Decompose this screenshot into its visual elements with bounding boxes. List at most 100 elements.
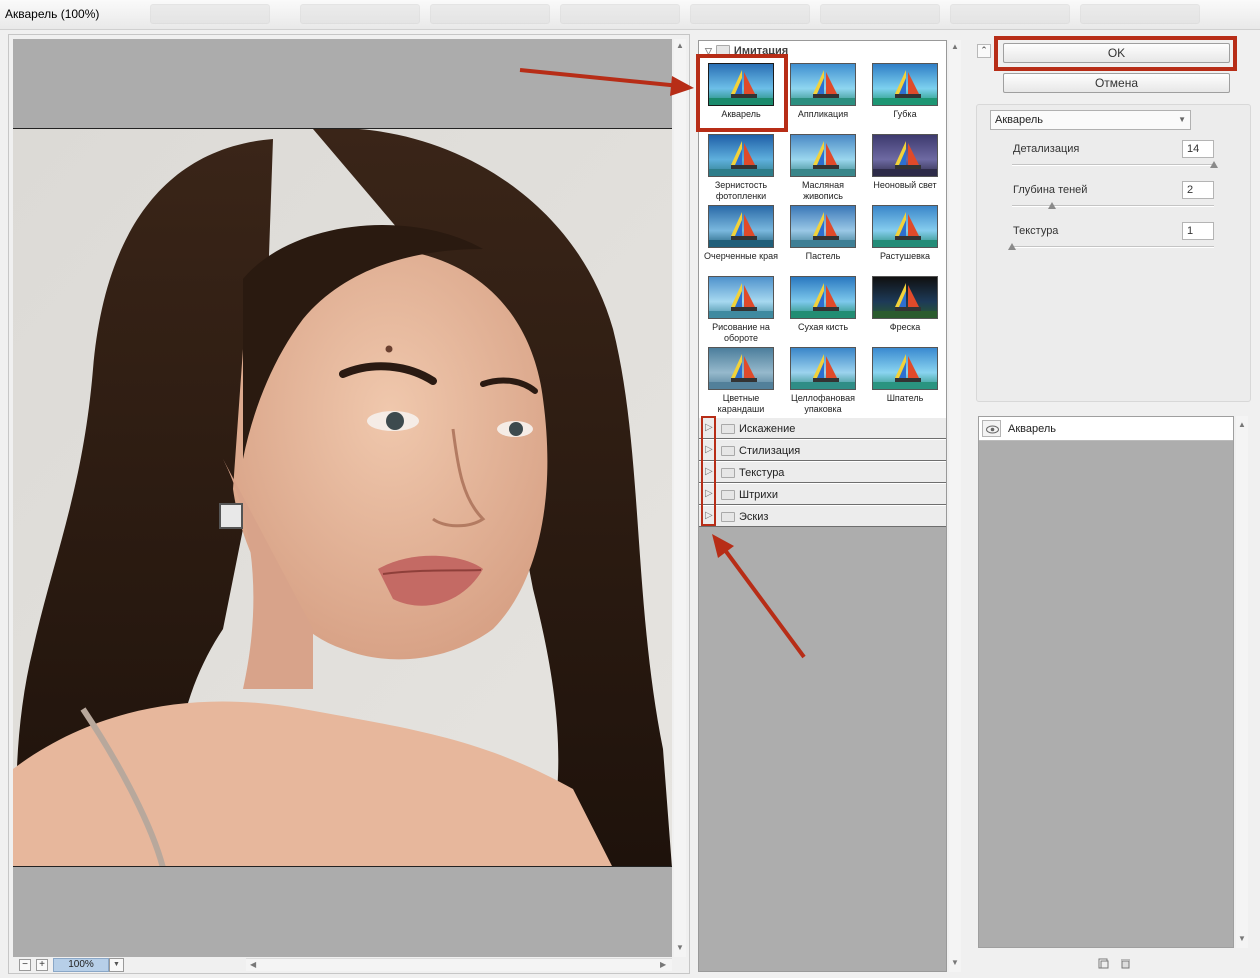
filter-thumbnail[interactable]: Рисование на обороте bbox=[701, 276, 781, 344]
zoom-in-button[interactable]: + bbox=[36, 959, 48, 971]
background-tab bbox=[950, 4, 1070, 24]
chevron-down-icon: ▼ bbox=[1178, 115, 1186, 124]
filter-category-row[interactable]: ▷ Текстура bbox=[699, 461, 946, 483]
filter-preview-image bbox=[708, 347, 774, 390]
filter-thumbnail-label: Сухая кисть bbox=[797, 322, 849, 332]
filter-preview-image bbox=[872, 134, 938, 177]
filter-thumbnail-label: Фреска bbox=[889, 322, 921, 332]
filter-preview-image bbox=[872, 205, 938, 248]
filter-category-row[interactable]: ▷ Искажение bbox=[699, 417, 946, 439]
filter-category-row[interactable]: ▷ Стилизация bbox=[699, 439, 946, 461]
filter-preview-image bbox=[708, 134, 774, 177]
filter-thumbnail[interactable]: Сухая кисть bbox=[783, 276, 863, 333]
annotation-highlight-box bbox=[696, 54, 788, 132]
zoom-dropdown-chevron-icon[interactable]: ▼ bbox=[109, 958, 124, 972]
background-tab bbox=[300, 4, 420, 24]
filter-thumbnail[interactable]: Губка bbox=[865, 63, 945, 120]
filter-thumbnail-label: Рисование на обороте bbox=[712, 322, 770, 343]
preview-image[interactable] bbox=[13, 128, 672, 867]
filter-thumbnail-label: Пастель bbox=[805, 251, 841, 261]
background-tab bbox=[690, 4, 810, 24]
scroll-right-arrow-icon[interactable]: ▶ bbox=[660, 960, 666, 969]
filter-thumbnail[interactable]: Неоновый свет bbox=[865, 134, 945, 191]
param-value-input[interactable]: 1 bbox=[1182, 222, 1214, 240]
scroll-up-arrow-icon[interactable]: ▲ bbox=[676, 41, 684, 50]
filter-thumbnail[interactable]: Аппликация bbox=[783, 63, 863, 120]
filter-thumbnail[interactable]: Шпатель bbox=[865, 347, 945, 404]
new-effect-layer-icon[interactable] bbox=[1098, 958, 1109, 969]
param-slider-thumb[interactable] bbox=[1210, 161, 1218, 168]
background-tab bbox=[1080, 4, 1200, 24]
param-label: Текстура bbox=[1013, 225, 1059, 237]
filter-preview-image bbox=[872, 276, 938, 319]
background-tab bbox=[430, 4, 550, 24]
filter-preview-image bbox=[790, 276, 856, 319]
folder-icon bbox=[721, 490, 735, 500]
scroll-up-arrow-icon[interactable]: ▲ bbox=[951, 42, 959, 51]
filter-thumbnail[interactable]: Растушевка bbox=[865, 205, 945, 262]
layers-vertical-scrollbar[interactable]: ▲ ▼ bbox=[1236, 416, 1248, 948]
background-tab bbox=[150, 4, 270, 24]
filter-preview-image bbox=[708, 276, 774, 319]
effect-layer-row[interactable]: Акварель bbox=[979, 417, 1233, 441]
filter-thumbnail-label: Аппликация bbox=[797, 109, 849, 119]
effect-layer-label: Акварель bbox=[1008, 423, 1057, 435]
param-slider-track[interactable] bbox=[1012, 205, 1214, 207]
filter-thumbnail[interactable]: Масляная живопись bbox=[783, 134, 863, 202]
window-titlebar: Акварель (100%) bbox=[0, 0, 1260, 30]
folder-icon bbox=[721, 512, 735, 522]
window-title: Акварель (100%) bbox=[5, 7, 100, 21]
gallery-vertical-scrollbar[interactable]: ▲ ▼ bbox=[949, 40, 961, 972]
filter-thumbnail-label: Очерченные края bbox=[704, 251, 778, 261]
filter-select[interactable]: Акварель ▼ bbox=[990, 110, 1191, 130]
folder-icon bbox=[721, 446, 735, 456]
param-label: Глубина теней bbox=[1013, 184, 1088, 196]
category-label: Искажение bbox=[739, 423, 796, 435]
filter-thumbnail[interactable]: Фреска bbox=[865, 276, 945, 333]
filter-thumbnail[interactable]: Пастель bbox=[783, 205, 863, 262]
effect-layers-panel: Акварель bbox=[978, 416, 1234, 948]
scroll-down-arrow-icon[interactable]: ▼ bbox=[1238, 934, 1246, 943]
filter-gallery: ▽ Имитация Акварель Аппликация Губка Зернист… bbox=[698, 40, 947, 972]
category-label: Текстура bbox=[739, 467, 785, 479]
zoom-out-button[interactable]: − bbox=[19, 959, 31, 971]
filter-thumbnail[interactable]: Целлофановая упаковка bbox=[783, 347, 863, 415]
filter-thumbnail-label: Зернистость фотопленки bbox=[714, 180, 768, 201]
scroll-down-arrow-icon[interactable]: ▼ bbox=[676, 943, 684, 952]
filter-preview-image bbox=[708, 205, 774, 248]
folder-icon bbox=[721, 424, 735, 434]
preview-vertical-scrollbar[interactable]: ▲ ▼ bbox=[674, 39, 686, 957]
delete-trash-icon[interactable] bbox=[1120, 958, 1131, 969]
param-slider-thumb[interactable] bbox=[1008, 243, 1016, 250]
scroll-left-arrow-icon[interactable]: ◀ bbox=[250, 960, 256, 969]
param-value-input[interactable]: 2 bbox=[1182, 181, 1214, 199]
zoom-level[interactable]: 100% bbox=[53, 958, 109, 972]
param-slider-track[interactable] bbox=[1012, 164, 1214, 166]
param-value-input[interactable]: 14 bbox=[1182, 140, 1214, 158]
collapse-gallery-chevron-icon[interactable]: ⌃ bbox=[977, 44, 991, 58]
filter-thumbnail-label: Шпатель bbox=[886, 393, 924, 403]
filter-preview-image bbox=[872, 347, 938, 390]
background-tab bbox=[820, 4, 940, 24]
filter-thumbnail[interactable]: Очерченные края bbox=[701, 205, 781, 262]
category-label: Стилизация bbox=[739, 445, 801, 457]
filter-thumbnail[interactable]: Цветные карандаши bbox=[701, 347, 781, 415]
scroll-up-arrow-icon[interactable]: ▲ bbox=[1238, 420, 1246, 429]
filter-thumbnail-label: Неоновый свет bbox=[873, 180, 937, 190]
filter-thumbnail[interactable]: Зернистость фотопленки bbox=[701, 134, 781, 202]
cancel-button[interactable]: Отмена bbox=[1003, 73, 1230, 93]
filter-select-value: Акварель bbox=[995, 114, 1044, 126]
annotation-highlight-box bbox=[994, 36, 1237, 71]
preview-horizontal-scrollbar[interactable]: ◀ ▶ bbox=[246, 958, 672, 971]
filter-category-row[interactable]: ▷ Эскиз bbox=[699, 505, 946, 527]
filter-preview-image bbox=[790, 205, 856, 248]
background-tab bbox=[560, 4, 680, 24]
filter-preview-image bbox=[872, 63, 938, 106]
param-slider-thumb[interactable] bbox=[1048, 202, 1057, 209]
filter-thumbnail-label: Губка bbox=[893, 109, 917, 119]
filter-category-row[interactable]: ▷ Штрихи bbox=[699, 483, 946, 505]
scroll-down-arrow-icon[interactable]: ▼ bbox=[951, 958, 959, 967]
eye-visibility-icon[interactable] bbox=[982, 420, 1001, 437]
filter-preview-image bbox=[790, 134, 856, 177]
param-slider-track[interactable] bbox=[1012, 246, 1214, 248]
